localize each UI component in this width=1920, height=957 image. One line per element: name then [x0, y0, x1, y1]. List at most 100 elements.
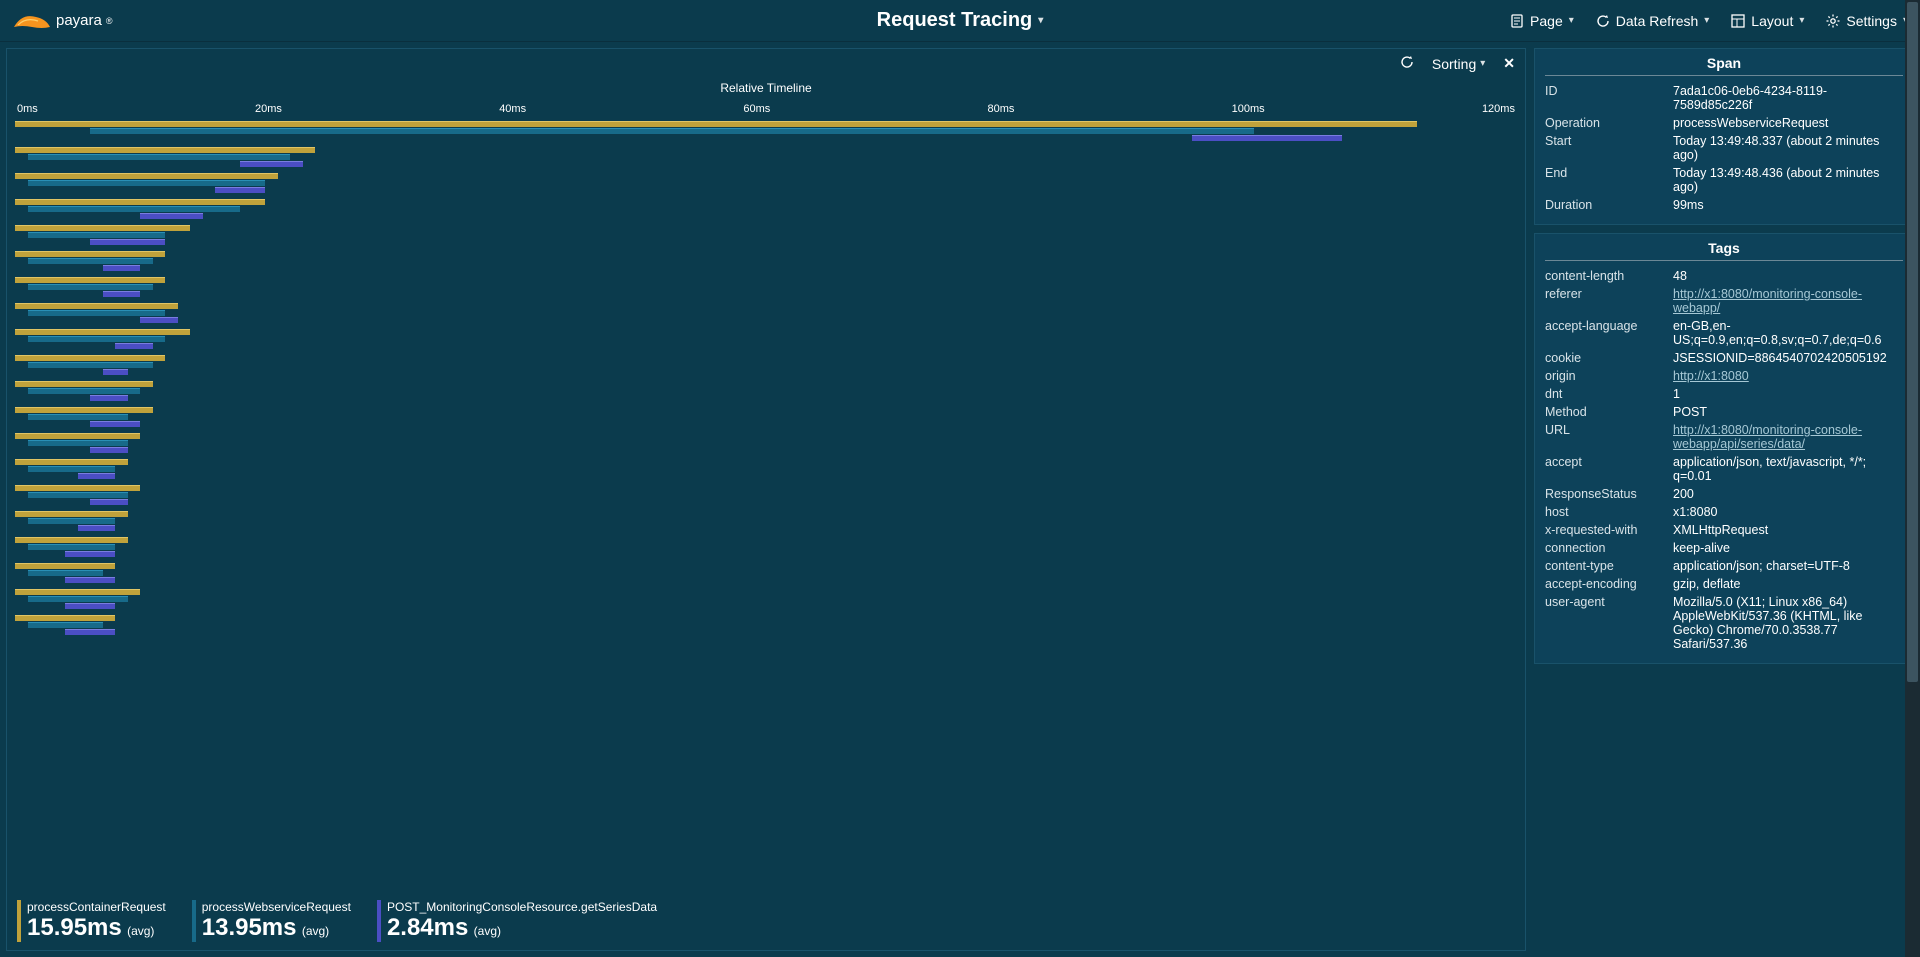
span-bar[interactable]: [15, 135, 1517, 141]
trace-group[interactable]: [15, 225, 1517, 245]
span-bar[interactable]: [15, 291, 1517, 297]
span-bar[interactable]: [15, 485, 1517, 491]
trace-group[interactable]: [15, 407, 1517, 427]
span-bar[interactable]: [15, 265, 1517, 271]
tag-link[interactable]: http://x1:8080/monitoring-console-webapp…: [1673, 287, 1862, 315]
trace-group[interactable]: [15, 277, 1517, 297]
span-bar[interactable]: [15, 154, 1517, 160]
span-bar[interactable]: [15, 414, 1517, 420]
span-bar[interactable]: [15, 277, 1517, 283]
trace-group[interactable]: [15, 459, 1517, 479]
span-bar[interactable]: [15, 473, 1517, 479]
panel-close-button[interactable]: ✕: [1503, 55, 1515, 72]
span-bar[interactable]: [15, 121, 1517, 127]
span-bar[interactable]: [15, 173, 1517, 179]
span-bar[interactable]: [15, 421, 1517, 427]
span-bar[interactable]: [15, 570, 1517, 576]
trace-list: [15, 121, 1517, 888]
span-bar[interactable]: [15, 303, 1517, 309]
layout-menu[interactable]: Layout ▾: [1731, 13, 1804, 29]
trace-group[interactable]: [15, 303, 1517, 323]
trace-group[interactable]: [15, 121, 1517, 141]
span-bar[interactable]: [15, 213, 1517, 219]
legend-item[interactable]: processContainerRequest15.95ms (avg): [17, 900, 166, 942]
trace-group[interactable]: [15, 537, 1517, 557]
span-bar[interactable]: [15, 525, 1517, 531]
legend-item[interactable]: POST_MonitoringConsoleResource.getSeries…: [377, 900, 657, 942]
page-menu[interactable]: Page ▾: [1510, 13, 1574, 29]
chevron-down-icon: ▾: [1799, 15, 1804, 26]
span-bar[interactable]: [15, 440, 1517, 446]
span-bar[interactable]: [15, 615, 1517, 621]
trace-group[interactable]: [15, 173, 1517, 193]
span-bar[interactable]: [15, 622, 1517, 628]
span-bar[interactable]: [15, 343, 1517, 349]
span-bar[interactable]: [15, 128, 1517, 134]
span-bar[interactable]: [15, 329, 1517, 335]
span-bar[interactable]: [15, 589, 1517, 595]
span-bar[interactable]: [15, 161, 1517, 167]
scrollbar-thumb[interactable]: [1907, 2, 1918, 682]
span-bar[interactable]: [15, 447, 1517, 453]
span-bar[interactable]: [15, 563, 1517, 569]
tag-link[interactable]: http://x1:8080/monitoring-console-webapp…: [1673, 423, 1862, 451]
span-bar[interactable]: [15, 147, 1517, 153]
trace-group[interactable]: [15, 433, 1517, 453]
data-refresh-menu[interactable]: Data Refresh ▾: [1596, 13, 1710, 29]
trace-group[interactable]: [15, 589, 1517, 609]
span-bar[interactable]: [15, 603, 1517, 609]
span-bar[interactable]: [15, 577, 1517, 583]
layout-icon: [1731, 14, 1745, 28]
span-bar[interactable]: [15, 225, 1517, 231]
trace-group[interactable]: [15, 563, 1517, 583]
span-bar[interactable]: [15, 180, 1517, 186]
span-bar[interactable]: [15, 355, 1517, 361]
trace-group[interactable]: [15, 355, 1517, 375]
trace-group[interactable]: [15, 199, 1517, 219]
trace-group[interactable]: [15, 381, 1517, 401]
settings-menu[interactable]: Settings ▾: [1826, 13, 1908, 29]
trace-group[interactable]: [15, 329, 1517, 349]
span-bar[interactable]: [15, 251, 1517, 257]
span-bar[interactable]: [15, 199, 1517, 205]
span-bar[interactable]: [15, 310, 1517, 316]
span-bar[interactable]: [15, 518, 1517, 524]
span-bar[interactable]: [15, 466, 1517, 472]
span-bar[interactable]: [15, 537, 1517, 543]
span-bar[interactable]: [15, 381, 1517, 387]
span-bar[interactable]: [15, 499, 1517, 505]
panel-refresh-button[interactable]: [1400, 55, 1414, 72]
span-bar[interactable]: [15, 629, 1517, 635]
scrollbar-track[interactable]: [1905, 0, 1920, 957]
span-bar[interactable]: [15, 284, 1517, 290]
span-bar[interactable]: [15, 336, 1517, 342]
trace-group[interactable]: [15, 511, 1517, 531]
tag-link[interactable]: http://x1:8080: [1673, 369, 1749, 383]
span-bar[interactable]: [15, 362, 1517, 368]
sorting-dropdown[interactable]: Sorting ▾: [1432, 56, 1485, 72]
span-bar[interactable]: [15, 407, 1517, 413]
span-bar[interactable]: [15, 551, 1517, 557]
span-bar[interactable]: [15, 239, 1517, 245]
span-bar[interactable]: [15, 544, 1517, 550]
trace-group[interactable]: [15, 147, 1517, 167]
legend-item[interactable]: processWebserviceRequest13.95ms (avg): [192, 900, 351, 942]
span-bar[interactable]: [15, 317, 1517, 323]
trace-group[interactable]: [15, 485, 1517, 505]
span-bar[interactable]: [15, 369, 1517, 375]
span-bar[interactable]: [15, 258, 1517, 264]
span-bar[interactable]: [15, 596, 1517, 602]
span-bar[interactable]: [15, 395, 1517, 401]
span-bar[interactable]: [15, 511, 1517, 517]
trace-group[interactable]: [15, 615, 1517, 635]
span-bar[interactable]: [15, 459, 1517, 465]
span-bar[interactable]: [15, 232, 1517, 238]
span-bar[interactable]: [15, 206, 1517, 212]
span-bar[interactable]: [15, 388, 1517, 394]
span-bar[interactable]: [15, 187, 1517, 193]
tag-row: MethodPOST: [1545, 403, 1903, 421]
trace-group[interactable]: [15, 251, 1517, 271]
span-bar[interactable]: [15, 433, 1517, 439]
page-title-dropdown[interactable]: Request Tracing ▾: [877, 9, 1044, 32]
span-bar[interactable]: [15, 492, 1517, 498]
